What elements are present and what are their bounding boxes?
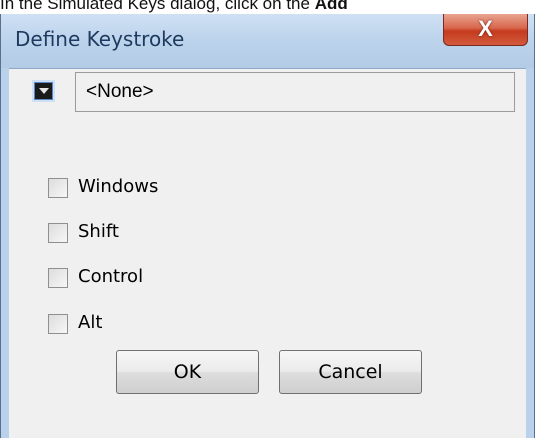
shift-label: Shift: [78, 221, 119, 242]
dialog-client-area: [9, 68, 526, 438]
alt-label: Alt: [78, 312, 103, 333]
caption-text: In the Simulated Keys dialog, click on t…: [0, 0, 315, 13]
cancel-button[interactable]: Cancel: [279, 350, 422, 394]
windows-checkbox[interactable]: [48, 178, 68, 198]
instruction-caption: In the Simulated Keys dialog, click on t…: [0, 0, 348, 14]
close-button[interactable]: X: [443, 14, 528, 46]
shift-checkbox[interactable]: [48, 223, 68, 243]
keystroke-field[interactable]: [75, 72, 515, 112]
dialog-title: Define Keystroke: [15, 27, 185, 51]
close-icon: X: [478, 16, 493, 41]
alt-checkbox[interactable]: [48, 314, 68, 334]
keystroke-dropdown-icon[interactable]: [34, 82, 53, 100]
control-checkbox[interactable]: [48, 268, 68, 288]
title-bar[interactable]: Define Keystroke X: [1, 14, 534, 68]
control-label: Control: [78, 266, 144, 287]
caption-bold-text: Add: [314, 0, 348, 13]
define-keystroke-dialog: Define Keystroke X Windows Shift Control…: [0, 14, 535, 438]
ok-button[interactable]: OK: [116, 350, 259, 394]
windows-label: Windows: [78, 176, 159, 197]
